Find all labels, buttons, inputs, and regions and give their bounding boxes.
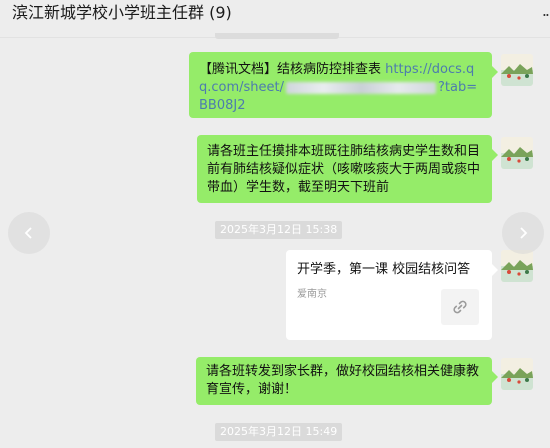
avatar-image: [501, 250, 533, 282]
avatar-image: [501, 54, 533, 86]
link-icon-glyph: [453, 300, 467, 314]
chat-title: 滨江新城学校小学班主任群 (9): [12, 3, 232, 22]
sender-avatar[interactable]: [501, 250, 533, 282]
avatar-image: [501, 137, 533, 169]
previous-message-edge: [215, 33, 339, 39]
avatar-image: [501, 358, 533, 390]
forward-request-text: 请各班转发到家长群，做好校园结核相关健康教育宣传，谢谢！: [206, 364, 480, 397]
doc-link-prefix: 【腾讯文档】结核病防控排查表: [199, 62, 386, 77]
message-bubble-notice[interactable]: 请各班主任摸排本班既往肺结核病史学生数和目前有肺结核疑似症状（咳嗽咳痰大于两周或…: [197, 135, 498, 203]
redacted-link-segment: [286, 81, 437, 94]
message-timestamp: 2025年3月12日 15:38: [215, 221, 343, 239]
chevron-left-glyph: [24, 227, 32, 239]
chevron-right-icon[interactable]: [502, 212, 544, 254]
article-title: 开学季，第一课 校园结核问答: [297, 262, 471, 277]
sender-avatar[interactable]: [501, 358, 533, 390]
message-timestamp: 2025年3月12日 15:49: [215, 423, 343, 441]
sender-avatar[interactable]: [501, 54, 533, 86]
chevron-right-glyph: [520, 227, 528, 239]
link-icon: [441, 289, 479, 325]
notice-text: 请各班主任摸排本班既往肺结核病史学生数和目前有肺结核疑似症状（咳嗽咳痰大于两周或…: [207, 144, 481, 195]
more-options-button[interactable]: ..: [542, 3, 550, 19]
sender-avatar[interactable]: [501, 137, 533, 169]
message-bubble-forward-request[interactable]: 请各班转发到家长群，做好校园结核相关健康教育宣传，谢谢！: [196, 357, 498, 405]
chevron-left-icon[interactable]: [8, 212, 50, 254]
message-bubble-doc-link[interactable]: 【腾讯文档】结核病防控排查表 https://docs.qq.com/sheet…: [189, 52, 498, 118]
article-source: 爱南京: [297, 289, 327, 300]
